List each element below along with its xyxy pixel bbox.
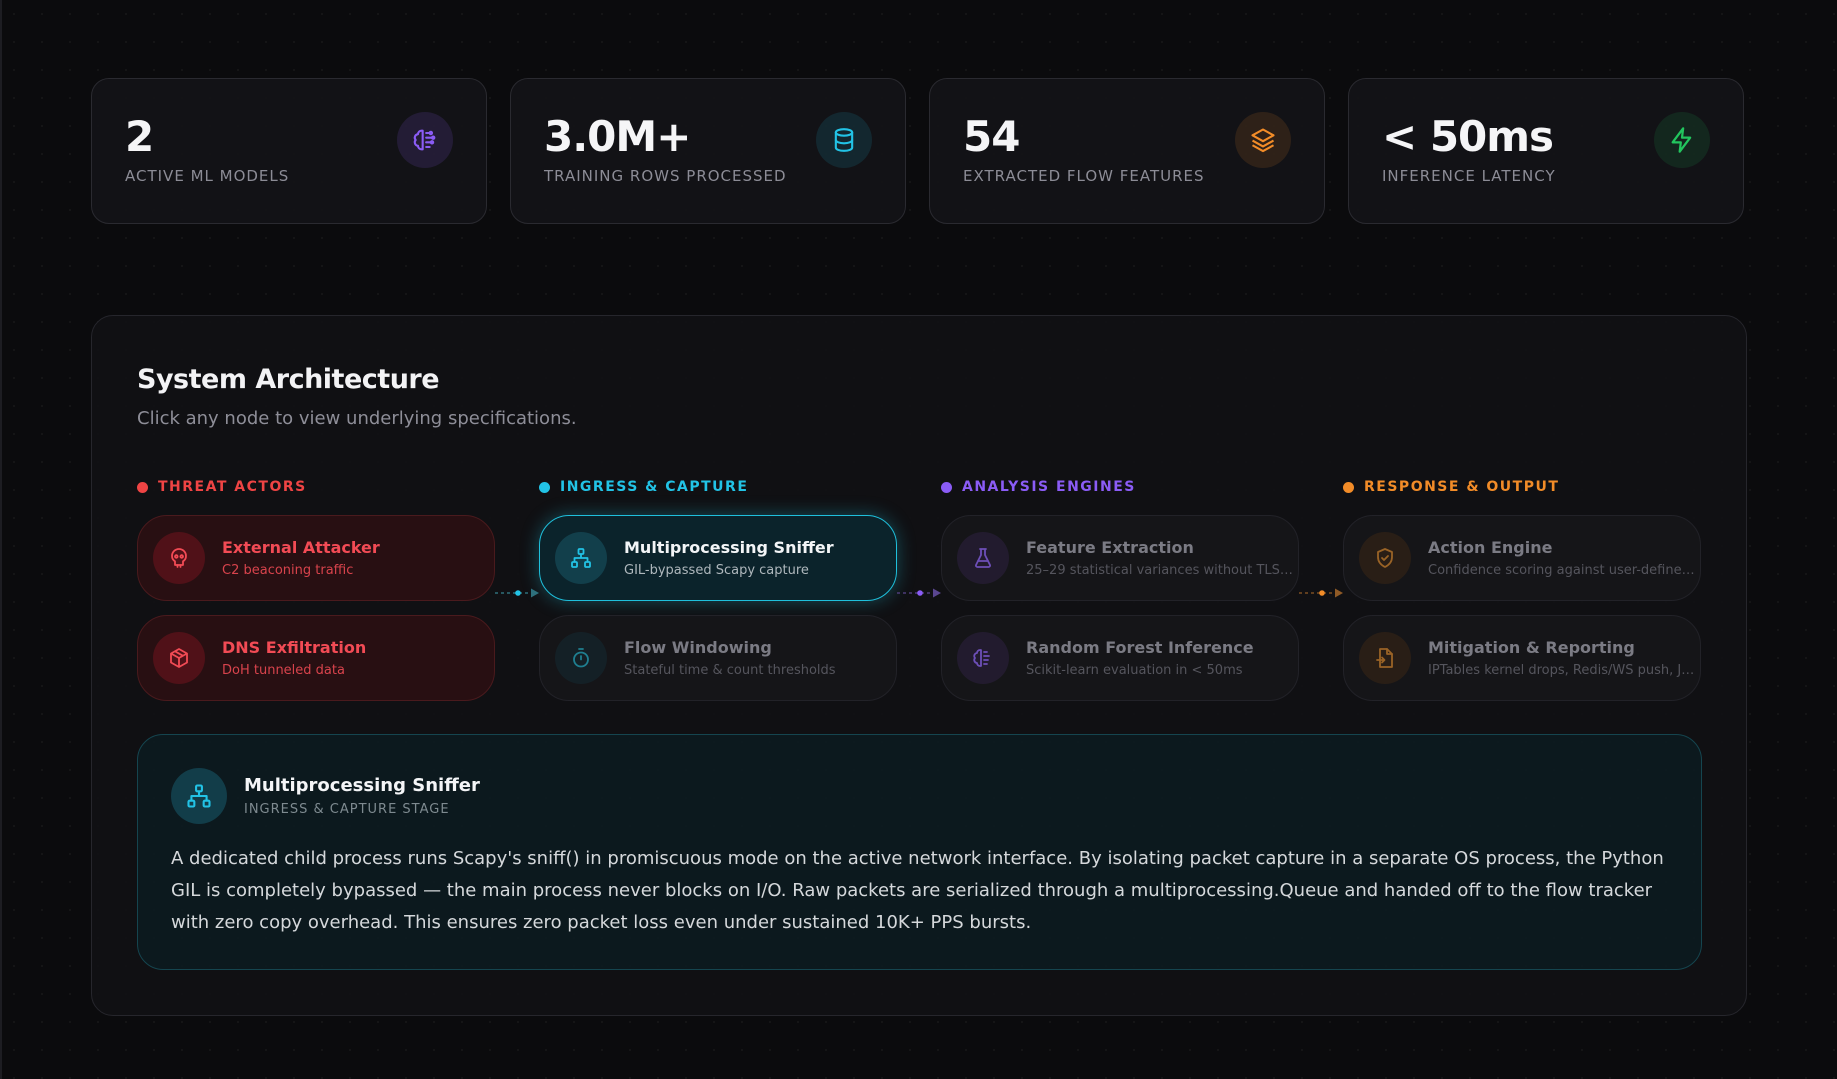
brain-icon: [957, 632, 1009, 684]
node-detail-panel: Multiprocessing Sniffer INGRESS & CAPTUR…: [137, 734, 1702, 970]
status-dot: [137, 481, 148, 493]
status-dot: [941, 481, 952, 493]
column-header-label: ANALYSIS ENGINES: [962, 479, 1136, 495]
status-dot: [1343, 481, 1354, 493]
node-title: Multiprocessing Sniffer: [624, 538, 834, 557]
node-subtitle: 25–29 statistical variances without TLS …: [1026, 563, 1296, 578]
stat-label: INFERENCE LATENCY: [1382, 167, 1556, 185]
node-title: Mitigation & Reporting: [1428, 638, 1635, 657]
column-header-label: THREAT ACTORS: [158, 479, 307, 495]
node-external-attacker[interactable]: External Attacker C2 beaconing traffic: [137, 515, 495, 601]
database-icon: [816, 112, 872, 168]
node-title: Action Engine: [1428, 538, 1553, 557]
column-header-response: RESPONSE & OUTPUT: [1343, 479, 1559, 495]
node-subtitle: C2 beaconing traffic: [222, 563, 354, 578]
node-dns-exfiltration[interactable]: DNS Exfiltration DoH tunneled data: [137, 615, 495, 701]
node-mitigation-reporting[interactable]: Mitigation & Reporting IPTables kernel d…: [1343, 615, 1701, 701]
node-action-engine[interactable]: Action Engine Confidence scoring against…: [1343, 515, 1701, 601]
node-title: DNS Exfiltration: [222, 638, 367, 657]
architecture-panel: System Architecture Click any node to vi…: [91, 315, 1747, 1016]
stat-label: EXTRACTED FLOW FEATURES: [963, 167, 1205, 185]
timer-icon: [555, 632, 607, 684]
flask-icon: [957, 532, 1009, 584]
flow-connector: [1299, 588, 1343, 598]
node-random-forest-inference[interactable]: Random Forest Inference Scikit-learn eva…: [941, 615, 1299, 701]
stat-card-latency: < 50ms INFERENCE LATENCY: [1348, 78, 1744, 224]
section-title: System Architecture: [137, 364, 440, 395]
detail-stage: INGRESS & CAPTURE STAGE: [244, 802, 450, 817]
box-icon: [153, 632, 205, 684]
node-title: Random Forest Inference: [1026, 638, 1254, 657]
node-title: Feature Extraction: [1026, 538, 1194, 557]
stat-label: TRAINING ROWS PROCESSED: [544, 167, 787, 185]
layers-icon: [1235, 112, 1291, 168]
column-header-analysis: ANALYSIS ENGINES: [941, 479, 1136, 495]
node-subtitle: Confidence scoring against user-defined …: [1428, 563, 1698, 578]
node-subtitle: Stateful time & count thresholds: [624, 663, 836, 678]
stat-card-models: 2 ACTIVE ML MODELS: [91, 78, 487, 224]
detail-title: Multiprocessing Sniffer: [244, 775, 480, 796]
network-icon: [171, 768, 227, 824]
section-subtitle: Click any node to view underlying specif…: [137, 408, 577, 429]
node-title: Flow Windowing: [624, 638, 772, 657]
node-subtitle: IPTables kernel drops, Redis/WS push, JS…: [1428, 663, 1698, 678]
column-header-label: INGRESS & CAPTURE: [560, 479, 749, 495]
column-header-threat-actors: THREAT ACTORS: [137, 479, 307, 495]
node-multiprocessing-sniffer[interactable]: Multiprocessing Sniffer GIL-bypassed Sca…: [539, 515, 897, 601]
detail-description: A dedicated child process runs Scapy's s…: [171, 848, 1664, 933]
stats-row: 2 ACTIVE ML MODELS 3.0M+ TRAINING ROWS P…: [91, 78, 1744, 224]
node-subtitle: GIL-bypassed Scapy capture: [624, 563, 809, 578]
skull-icon: [153, 532, 205, 584]
status-dot: [539, 481, 550, 493]
stat-label: ACTIVE ML MODELS: [125, 167, 290, 185]
network-icon: [555, 532, 607, 584]
stat-card-features: 54 EXTRACTED FLOW FEATURES: [929, 78, 1325, 224]
node-title: External Attacker: [222, 538, 380, 557]
flow-connector: [495, 588, 539, 598]
window-edge: [0, 0, 2, 1079]
node-subtitle: Scikit-learn evaluation in < 50ms: [1026, 663, 1243, 678]
shield-icon: [1359, 532, 1411, 584]
column-header-label: RESPONSE & OUTPUT: [1364, 479, 1560, 495]
brain-icon: [397, 112, 453, 168]
column-header-ingress: INGRESS & CAPTURE: [539, 479, 748, 495]
file-icon: [1359, 632, 1411, 684]
bolt-icon: [1654, 112, 1710, 168]
node-feature-extraction[interactable]: Feature Extraction 25–29 statistical var…: [941, 515, 1299, 601]
stat-card-rows: 3.0M+ TRAINING ROWS PROCESSED: [510, 78, 906, 224]
node-subtitle: DoH tunneled data: [222, 663, 345, 678]
flow-connector: [897, 588, 941, 598]
node-flow-windowing[interactable]: Flow Windowing Stateful time & count thr…: [539, 615, 897, 701]
